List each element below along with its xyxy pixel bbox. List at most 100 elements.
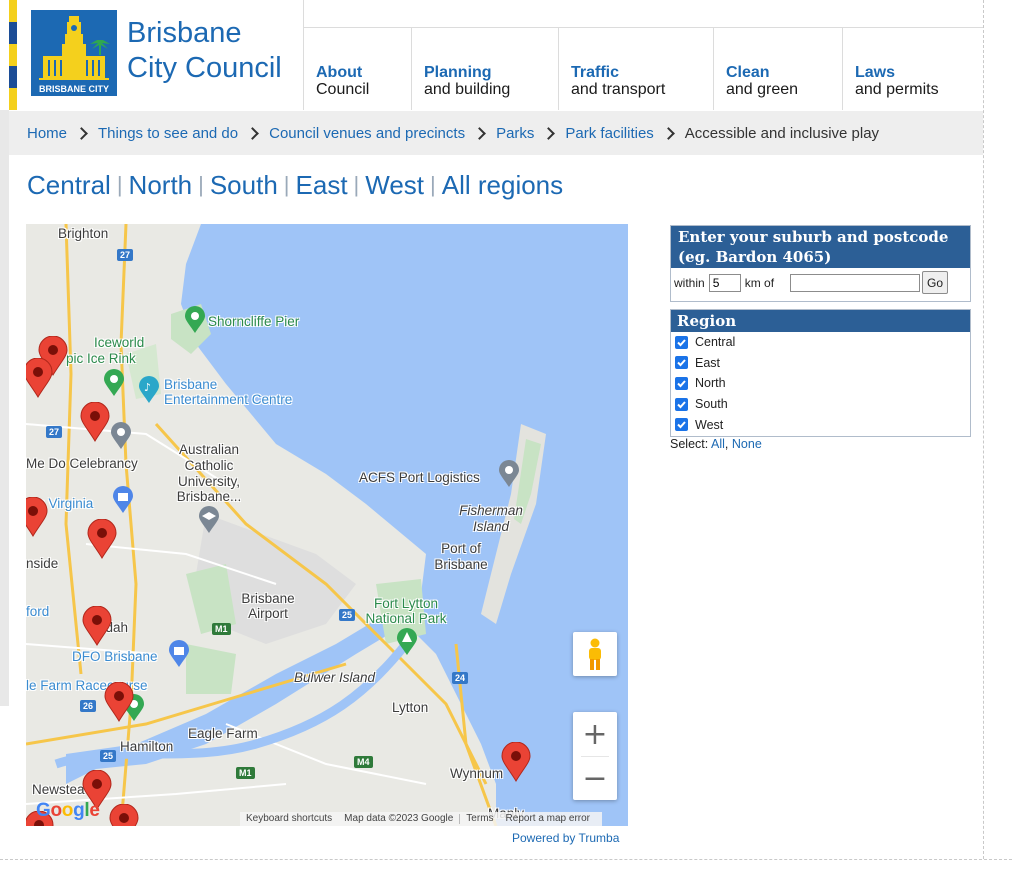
park-poi-icon[interactable]: [103, 369, 125, 397]
keyboard-shortcuts-link[interactable]: Keyboard shortcuts: [240, 812, 338, 826]
breadcrumb-home[interactable]: Home: [27, 125, 67, 142]
region-panel-heading: Region: [671, 310, 970, 332]
region-link-all[interactable]: All regions: [442, 170, 563, 200]
map-label: Me Do Celebrancy: [26, 456, 138, 471]
region-option-west[interactable]: West: [671, 414, 970, 435]
playground-marker[interactable]: [87, 519, 117, 559]
region-option-south[interactable]: South: [671, 394, 970, 415]
region-option-label: South: [695, 397, 728, 412]
playground-marker[interactable]: [501, 742, 531, 782]
pier-poi-icon[interactable]: [184, 306, 206, 334]
map-label: Port of: [441, 541, 481, 556]
report-error-link[interactable]: Report a map error: [500, 812, 596, 826]
nav-label-secondary: and transport: [571, 81, 666, 98]
region-separator: |: [198, 172, 204, 197]
playground-marker[interactable]: [26, 497, 48, 537]
logistics-poi-icon[interactable]: [498, 460, 520, 488]
svg-text:♪: ♪: [144, 381, 151, 394]
map-label: Shorncliffe Pier: [208, 314, 300, 329]
region-separator: |: [116, 172, 123, 197]
zoom-in-button[interactable]: +: [573, 712, 617, 756]
playground-marker[interactable]: [104, 682, 134, 722]
region-link-north[interactable]: North: [129, 170, 193, 200]
google-logo[interactable]: Google: [36, 800, 100, 822]
distance-input[interactable]: [708, 273, 741, 292]
breadcrumb-parks[interactable]: Parks: [496, 125, 534, 142]
nav-clean-green[interactable]: Clean and green: [714, 28, 843, 110]
zoom-out-button[interactable]: −: [573, 756, 617, 800]
checkbox-checked-icon[interactable]: [675, 418, 688, 432]
google-logo-letter: G: [36, 800, 51, 821]
nav-traffic-transport[interactable]: Traffic and transport: [559, 28, 714, 110]
playground-marker[interactable]: [80, 402, 110, 442]
place-poi-icon[interactable]: [110, 422, 132, 450]
terms-link[interactable]: Terms: [460, 812, 499, 826]
nav-planning-building[interactable]: Planning and building: [412, 28, 559, 110]
road-shield: M4: [354, 756, 373, 768]
nav-label-primary: Traffic: [571, 64, 620, 81]
page-left-edge: [0, 110, 9, 706]
powered-by-link[interactable]: Powered by Trumba: [512, 831, 619, 845]
street-view-pegman-button[interactable]: [573, 632, 617, 676]
region-link-central[interactable]: Central: [27, 170, 111, 200]
region-nav: Central | North | South | East | West | All region…: [27, 170, 563, 201]
nav-about-council[interactable]: About Council: [304, 28, 412, 110]
map-label: DFO Brisbane: [72, 649, 158, 664]
map-label: ford: [26, 604, 50, 619]
region-option-north[interactable]: North: [671, 373, 970, 394]
playground-marker[interactable]: [82, 606, 112, 646]
region-separator: |: [283, 172, 290, 197]
suburb-postcode-input[interactable]: [790, 273, 921, 292]
map-label: Entertainment Centre: [164, 392, 293, 407]
torn-edge-right: [983, 0, 1012, 894]
nav-label-primary: Laws: [855, 64, 896, 81]
region-option-label: Central: [695, 335, 736, 350]
region-option-label: West: [695, 417, 724, 432]
national-park-poi-icon[interactable]: [396, 628, 418, 656]
region-link-south[interactable]: South: [210, 170, 278, 200]
region-option-central[interactable]: Central: [671, 332, 970, 353]
map-label: Fort Lytton: [373, 596, 439, 611]
site-name-line1: Brisbane: [127, 17, 242, 49]
breadcrumb: Home Things to see and do Council venues…: [9, 111, 985, 155]
region-link-west[interactable]: West: [365, 170, 424, 200]
checkbox-checked-icon[interactable]: [675, 335, 688, 349]
breadcrumb-park-facilities[interactable]: Park facilities: [565, 125, 653, 142]
playground-marker[interactable]: [26, 358, 53, 398]
map-label: Lytton: [392, 700, 429, 715]
map-view[interactable]: Brighton Shorncliffe Pier Iceworld pic I…: [26, 224, 628, 826]
road-shield: M1: [212, 623, 231, 635]
search-row: within km of Go: [671, 268, 970, 294]
map-label: Newstea: [32, 782, 85, 797]
google-logo-letter: g: [73, 800, 85, 821]
site-name[interactable]: Brisbane City Council: [127, 16, 302, 86]
road-shield: 24: [452, 672, 469, 684]
nav-label-secondary: and green: [726, 81, 799, 98]
logo-caption: BRISBANE CITY: [38, 84, 109, 94]
chevron-right-icon: [75, 127, 88, 140]
university-poi-icon[interactable]: [198, 506, 220, 534]
region-link-east[interactable]: East: [296, 170, 348, 200]
region-option-east[interactable]: East: [671, 353, 970, 374]
checkbox-checked-icon[interactable]: [675, 356, 688, 370]
nav-laws-permits[interactable]: Laws and permits: [843, 28, 984, 110]
playground-marker[interactable]: [109, 804, 139, 826]
breadcrumb-venues[interactable]: Council venues and precincts: [269, 125, 465, 142]
map-label: University,: [177, 474, 240, 489]
music-poi-icon[interactable]: ♪: [138, 376, 160, 404]
select-none-link[interactable]: None: [732, 437, 762, 451]
map-label: Iceworld: [94, 335, 145, 350]
go-button[interactable]: Go: [922, 271, 949, 294]
select-all-link[interactable]: All: [711, 437, 725, 451]
breadcrumb-things-to-see[interactable]: Things to see and do: [98, 125, 238, 142]
map-label: Australian: [178, 442, 240, 457]
location-search-panel: Enter your suburb and postcode (eg. Bard…: [670, 225, 971, 302]
council-logo[interactable]: BRISBANE CITY: [31, 10, 117, 96]
checkbox-checked-icon[interactable]: [675, 397, 688, 411]
shopping-poi-icon[interactable]: [112, 486, 134, 514]
map-data-text: Map data ©2023 Google: [344, 813, 454, 824]
shopping-poi-icon[interactable]: [168, 640, 190, 668]
road-shield: 27: [46, 426, 63, 438]
checkbox-checked-icon[interactable]: [675, 376, 688, 390]
map-label: Hamilton: [120, 739, 174, 754]
